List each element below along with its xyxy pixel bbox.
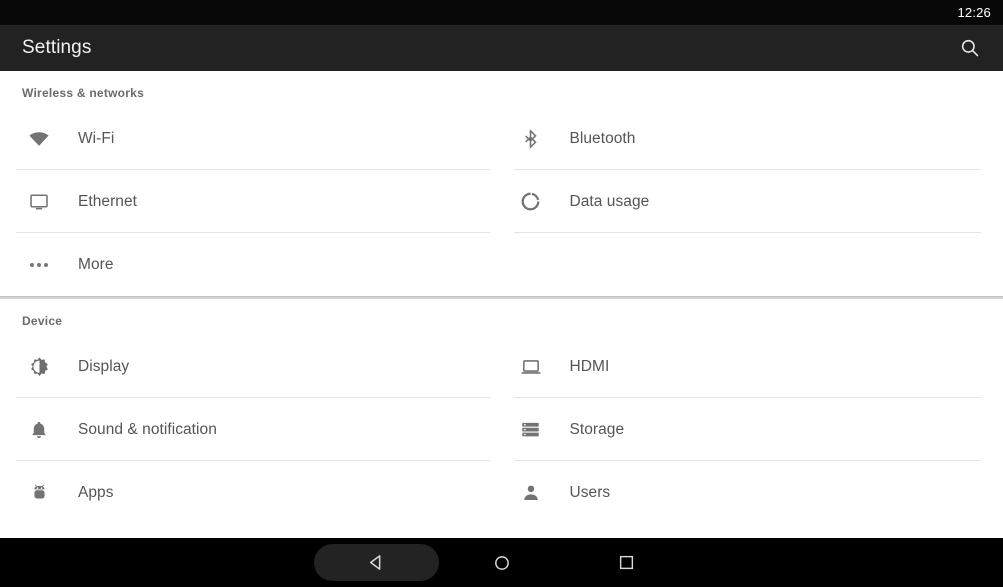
status-bar: 12:26 [0, 0, 1003, 25]
bell-icon [22, 413, 56, 447]
section-device: Device Display HDMI Sound & notification… [0, 299, 1003, 524]
settings-item-apps[interactable]: Apps [0, 461, 502, 524]
section-header-wireless: Wireless & networks [22, 86, 145, 100]
nav-back-button[interactable] [314, 544, 439, 581]
storage-stack-icon [514, 413, 548, 447]
app-bar-actions [955, 33, 1003, 63]
nav-recents-button[interactable] [564, 544, 689, 581]
system-navigation-bar [0, 538, 1003, 587]
monitor-icon [22, 185, 56, 219]
recents-square-icon [619, 555, 634, 570]
settings-item-label: Display [78, 357, 130, 375]
nav-home-button[interactable] [439, 544, 564, 581]
person-icon [514, 476, 548, 510]
settings-grid-device: Display HDMI Sound & notification Storag… [0, 335, 1003, 524]
section-header-device: Device [22, 314, 63, 328]
search-icon [961, 39, 979, 57]
status-bar-clock: 12:26 [957, 5, 991, 20]
settings-item-storage[interactable]: Storage [502, 398, 1003, 461]
wifi-icon [22, 122, 56, 156]
android-robot-icon [22, 476, 56, 510]
settings-item-sound-notification[interactable]: Sound & notification [0, 398, 502, 461]
settings-item-label: Users [569, 483, 611, 501]
settings-item-label: Apps [78, 483, 114, 501]
laptop-screen-icon [514, 350, 548, 384]
settings-item-ethernet[interactable]: Ethernet [0, 170, 502, 233]
settings-item-display[interactable]: Display [0, 335, 502, 398]
ellipsis-icon [22, 248, 56, 282]
settings-item-wifi[interactable]: Wi-Fi [0, 107, 502, 170]
settings-item-bluetooth[interactable]: Bluetooth [502, 107, 1003, 170]
brightness-icon [22, 350, 56, 384]
settings-item-label: Bluetooth [569, 129, 636, 147]
settings-item-users[interactable]: Users [502, 461, 1003, 524]
data-usage-donut-icon [514, 185, 548, 219]
app-bar: Settings [0, 25, 1003, 71]
settings-grid-wireless: Wi-Fi Bluetooth Ethernet Data usage More [0, 107, 1003, 296]
section-wireless-networks: Wireless & networks Wi-Fi Bluetooth Ethe… [0, 71, 1003, 296]
android-settings-screen: 12:26 Settings Wireless & networks Wi-Fi… [0, 0, 1003, 587]
settings-item-label: Sound & notification [78, 420, 217, 438]
settings-item-more[interactable]: More [0, 233, 502, 296]
settings-item-label: Storage [569, 420, 625, 438]
settings-item-data-usage[interactable]: Data usage [502, 170, 1003, 233]
bluetooth-icon [514, 122, 548, 156]
settings-item-label: HDMI [569, 357, 610, 375]
search-button[interactable] [955, 33, 985, 63]
settings-item-label: Ethernet [78, 192, 137, 210]
settings-content[interactable]: Wireless & networks Wi-Fi Bluetooth Ethe… [0, 71, 1003, 538]
settings-item-label: More [78, 255, 114, 273]
settings-item-label: Data usage [569, 192, 650, 210]
page-title: Settings [22, 37, 92, 58]
home-circle-icon [494, 555, 509, 570]
back-triangle-icon [369, 555, 381, 570]
settings-item-empty [502, 233, 1003, 296]
settings-item-hdmi[interactable]: HDMI [502, 335, 1003, 398]
settings-item-label: Wi-Fi [78, 129, 115, 147]
